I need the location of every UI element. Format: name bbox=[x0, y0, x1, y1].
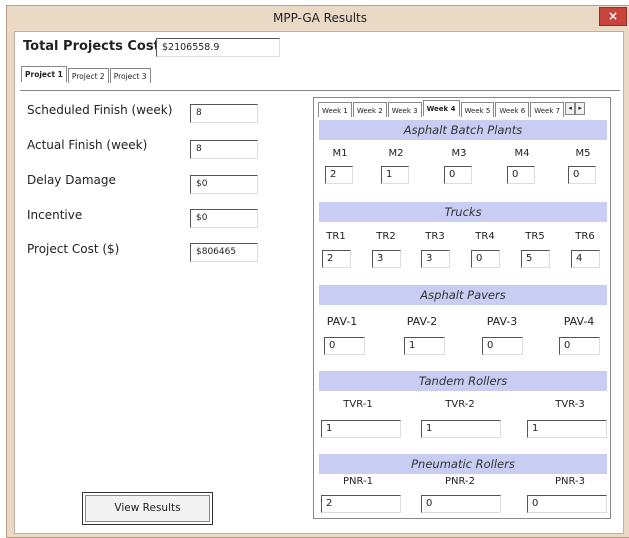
dialog-body: Total Projects Cost $2106558.9 Project 1… bbox=[14, 31, 624, 534]
pneumatic-2-field[interactable]: 0 bbox=[421, 495, 501, 513]
pneumatic-3-field[interactable]: 0 bbox=[527, 495, 607, 513]
tandem-label-1: TVR-1 bbox=[343, 399, 373, 410]
truck-label-tr2: TR2 bbox=[376, 231, 396, 242]
incentive-field[interactable]: $0 bbox=[190, 209, 258, 228]
truck-tr3-field[interactable]: 3 bbox=[421, 250, 450, 268]
paver-4-field[interactable]: 0 bbox=[559, 337, 600, 355]
tab-project-1[interactable]: Project 1 bbox=[21, 66, 67, 82]
truck-tr6-field[interactable]: 4 bbox=[571, 250, 600, 268]
truck-tr1-field[interactable]: 2 bbox=[322, 250, 351, 268]
scroll-left-icon[interactable]: ◂ bbox=[565, 102, 576, 115]
scheduled-finish-field[interactable]: 8 bbox=[190, 104, 258, 123]
paver-label-4: PAV-4 bbox=[563, 315, 595, 328]
paver-2-field[interactable]: 1 bbox=[404, 337, 445, 355]
title-bar: MPP-GA Results × bbox=[7, 6, 629, 31]
plant-m4-field[interactable]: 0 bbox=[507, 166, 535, 184]
tandem-2-field[interactable]: 1 bbox=[421, 420, 501, 438]
window-title: MPP-GA Results bbox=[273, 11, 367, 25]
tab-project-3[interactable]: Project 3 bbox=[109, 68, 151, 83]
tab-week-7[interactable]: Week 7 bbox=[530, 102, 565, 117]
truck-label-tr6: TR6 bbox=[575, 231, 595, 242]
plant-label-m1: M1 bbox=[332, 148, 348, 159]
pneumatic-1-field[interactable]: 2 bbox=[321, 495, 401, 513]
view-results-button[interactable]: View Results bbox=[82, 492, 213, 525]
project-cost-field[interactable]: $806465 bbox=[190, 243, 258, 262]
plant-label-m5: M5 bbox=[575, 148, 591, 159]
project-tabs: Project 1 Project 2 Project 3 bbox=[21, 66, 152, 83]
tab-week-2[interactable]: Week 2 bbox=[352, 102, 387, 117]
pavers-header: Asphalt Pavers bbox=[319, 285, 607, 305]
paver-label-1: PAV-1 bbox=[326, 315, 358, 328]
tab-project-2[interactable]: Project 2 bbox=[67, 68, 109, 83]
scheduled-finish-label: Scheduled Finish (week) bbox=[27, 103, 173, 117]
truck-label-tr3: TR3 bbox=[425, 231, 445, 242]
tandem-1-field[interactable]: 1 bbox=[321, 420, 401, 438]
trucks-header: Trucks bbox=[319, 202, 607, 222]
total-cost-label: Total Projects Cost bbox=[23, 39, 160, 54]
scroll-right-icon[interactable]: ▸ bbox=[575, 102, 586, 115]
paver-label-3: PAV-3 bbox=[486, 315, 518, 328]
plant-label-m2: M2 bbox=[388, 148, 404, 159]
pneumatic-rollers-header: Pneumatic Rollers bbox=[319, 454, 607, 474]
tab-week-3[interactable]: Week 3 bbox=[387, 102, 422, 117]
pneumatic-label-3: PNR-3 bbox=[554, 476, 586, 487]
truck-label-tr1: TR1 bbox=[326, 231, 346, 242]
plant-m1-field[interactable]: 2 bbox=[325, 166, 353, 184]
truck-tr2-field[interactable]: 3 bbox=[372, 250, 401, 268]
tab-week-6[interactable]: Week 6 bbox=[495, 102, 530, 117]
plant-m5-field[interactable]: 0 bbox=[568, 166, 596, 184]
tab-week-5[interactable]: Week 5 bbox=[460, 102, 495, 117]
plant-label-m4: M4 bbox=[514, 148, 530, 159]
pneumatic-label-2: PNR-2 bbox=[444, 476, 476, 487]
asphalt-plants-header: Asphalt Batch Plants bbox=[319, 120, 607, 140]
truck-tr4-field[interactable]: 0 bbox=[471, 250, 500, 268]
tandem-3-field[interactable]: 1 bbox=[527, 420, 607, 438]
plant-m3-field[interactable]: 0 bbox=[444, 166, 472, 184]
plant-m2-field[interactable]: 1 bbox=[381, 166, 409, 184]
delay-damage-label: Delay Damage bbox=[27, 173, 116, 187]
week-tabs: Week 1 Week 2 Week 3 Week 4 Week 5 Week … bbox=[318, 100, 586, 117]
paver-label-2: PAV-2 bbox=[406, 315, 438, 328]
tab-week-1[interactable]: Week 1 bbox=[318, 102, 352, 117]
results-window: MPP-GA Results × Total Projects Cost $21… bbox=[6, 5, 629, 538]
project-cost-label: Project Cost ($) bbox=[27, 242, 120, 256]
pneumatic-label-1: PNR-1 bbox=[342, 476, 374, 487]
close-button[interactable]: × bbox=[599, 7, 627, 26]
total-cost-field[interactable]: $2106558.9 bbox=[156, 38, 280, 57]
week-panel: Week 1 Week 2 Week 3 Week 4 Week 5 Week … bbox=[313, 97, 611, 519]
tab-week-4[interactable]: Week 4 bbox=[422, 100, 460, 116]
truck-tr5-field[interactable]: 5 bbox=[521, 250, 550, 268]
truck-label-tr4: TR4 bbox=[475, 231, 495, 242]
tandem-label-3: TVR-3 bbox=[555, 399, 585, 410]
actual-finish-label: Actual Finish (week) bbox=[27, 138, 148, 152]
plant-label-m3: M3 bbox=[451, 148, 467, 159]
tandem-rollers-header: Tandem Rollers bbox=[319, 371, 607, 391]
incentive-label: Incentive bbox=[27, 208, 83, 222]
paver-3-field[interactable]: 0 bbox=[482, 337, 523, 355]
actual-finish-field[interactable]: 8 bbox=[190, 140, 258, 159]
delay-damage-field[interactable]: $0 bbox=[190, 175, 258, 194]
truck-label-tr5: TR5 bbox=[525, 231, 545, 242]
tandem-label-2: TVR-2 bbox=[445, 399, 475, 410]
paver-1-field[interactable]: 0 bbox=[324, 337, 365, 355]
